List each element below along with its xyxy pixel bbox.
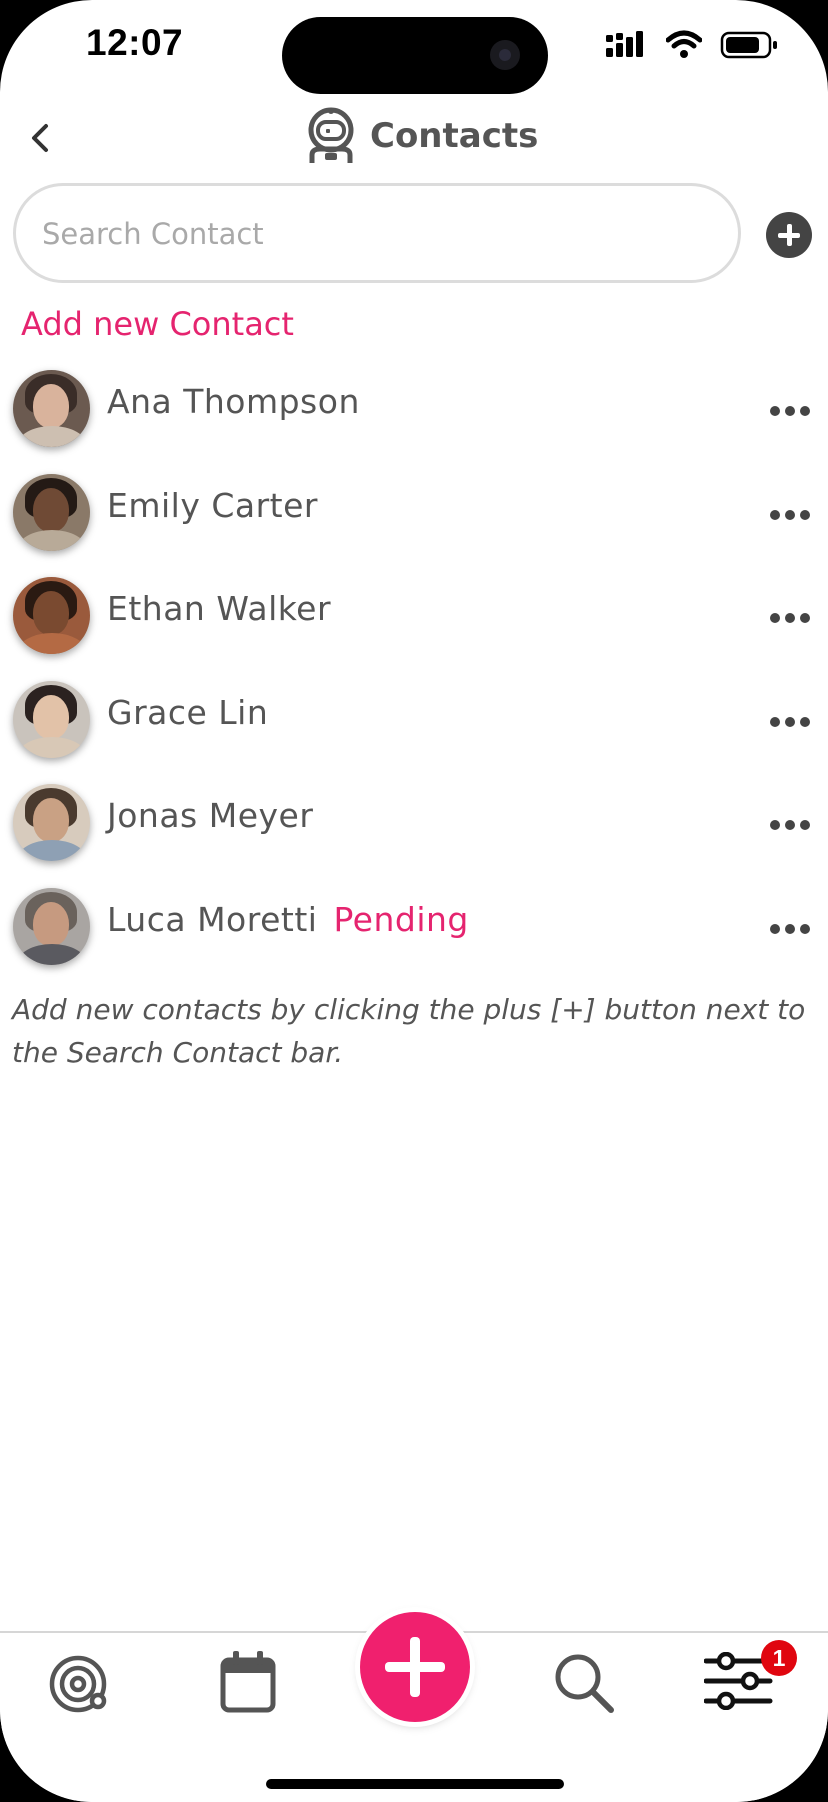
status-icons [606,30,782,64]
chevron-left-icon [32,124,48,152]
avatar [13,887,90,965]
more-options-icon[interactable] [768,508,812,522]
status-time: 12:07 [86,22,184,63]
contact-name: Luca Moretti Pending [107,899,469,939]
add-new-contact-link[interactable]: Add new Contact [21,305,294,343]
notification-badge: 1 [761,1640,797,1676]
page-title: Contacts [370,116,539,156]
contact-row[interactable]: Jonas Meyer [0,774,828,878]
avatar [13,784,90,861]
contact-list: Ana Thompson Emily Carter Ethan Walker G… [0,360,828,981]
more-options-icon[interactable] [768,404,812,418]
add-fab-button[interactable] [360,1612,470,1722]
contact-name: Ana Thompson [107,382,360,421]
help-text: Add new contacts by clicking the plus [+… [12,993,806,1069]
contact-name: Ethan Walker [107,589,332,628]
calendar-icon [220,1651,276,1713]
astronaut-icon [308,107,354,163]
back-button[interactable] [22,118,62,158]
search-icon [555,1654,614,1713]
header: Contacts [304,104,538,168]
contact-row[interactable]: Grace Lin [0,671,828,775]
screen: 12:07 Contacts Search Contact Add new Co… [0,0,828,1802]
search-bar [13,183,741,283]
avatar [13,370,90,447]
nav-search[interactable] [553,1652,615,1714]
avatar [13,473,90,551]
more-options-icon[interactable] [768,611,812,625]
wifi-icon [666,30,702,58]
contact-row[interactable]: Luca Moretti Pending [0,878,828,982]
status-badge: Pending [333,899,469,939]
add-contact-button[interactable] [766,212,812,258]
avatar [13,577,90,654]
home-indicator [266,1779,564,1789]
contact-name: Jonas Meyer [107,796,314,835]
contact-row[interactable]: Ethan Walker [0,567,828,671]
more-options-icon[interactable] [768,922,812,936]
camera-icon [490,40,520,70]
more-options-icon[interactable] [768,715,812,729]
orbit-icon [49,1655,107,1713]
search-input[interactable] [40,186,704,282]
contact-row[interactable]: Ana Thompson [0,360,828,464]
contact-name: Grace Lin [107,692,269,732]
contact-name: Emily Carter [107,485,318,525]
nav-calendar[interactable] [220,1651,276,1713]
more-options-icon[interactable] [768,818,812,832]
cellular-signal-icon [606,31,643,57]
nav-orbit[interactable] [46,1650,112,1716]
avatar [13,680,90,758]
dynamic-island [282,17,548,94]
battery-icon [720,31,777,59]
contact-row[interactable]: Emily Carter [0,464,828,568]
